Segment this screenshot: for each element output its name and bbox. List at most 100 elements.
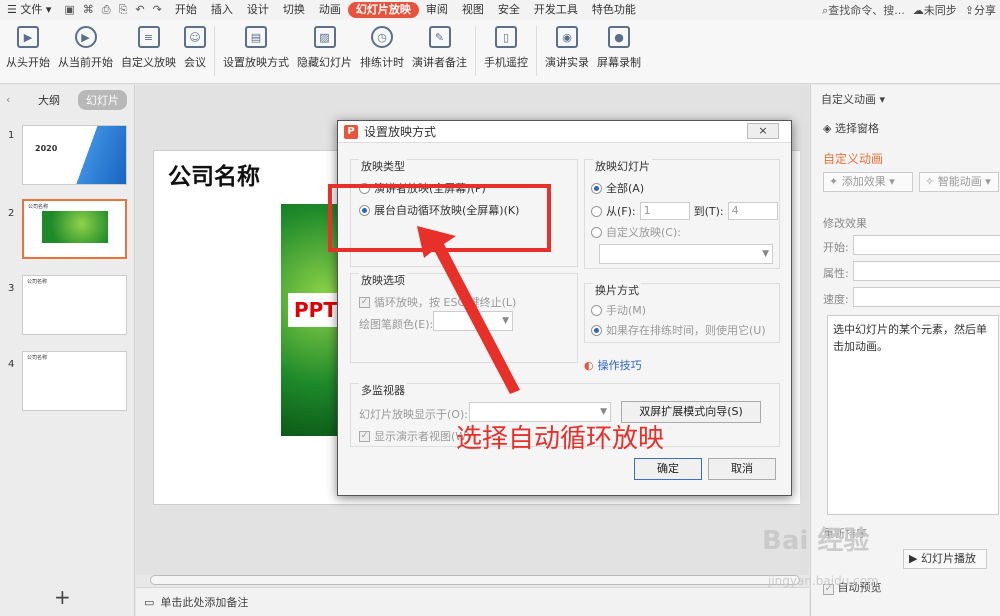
menu-bar: ☰ 文件 ▾ ▣ ⌘ ⎙ ⎘ ↶ ↷ 开始 插入 设计 切换 动画 幻灯片放映 … (0, 0, 1000, 20)
preview-icon[interactable]: ⎘ (119, 3, 128, 17)
group-title: 多监视器 (359, 382, 407, 398)
share-icon: ⇪ (964, 4, 974, 17)
custom-show-radio[interactable]: 自定义放映(C): (591, 224, 681, 240)
phone-remote-button[interactable]: ▯ 手机遥控 (480, 20, 532, 70)
ribbon-divider (214, 26, 215, 76)
cancel-button[interactable]: 取消 (708, 458, 776, 480)
slide-number: 3 (8, 283, 15, 294)
tab-slides[interactable]: 幻灯片 (78, 90, 127, 110)
ribbon-divider (536, 26, 537, 76)
smart-animation-button[interactable]: ✧ 智能动画 ▾ (919, 172, 999, 192)
share-button[interactable]: ⇪分享 (965, 2, 996, 18)
tab-outline[interactable]: 大纲 (30, 90, 68, 110)
speed-field[interactable] (853, 287, 1000, 307)
from-current-button[interactable]: ▶ 从当前开始 (54, 20, 117, 70)
manual-radio[interactable]: 手动(M) (591, 302, 646, 318)
group-title: 放映类型 (359, 158, 407, 174)
tab-security[interactable]: 安全 (491, 0, 527, 20)
tab-view[interactable]: 视图 (455, 0, 491, 20)
slide-title[interactable]: 公司名称 (168, 157, 260, 191)
dialog-titlebar: P 设置放映方式 × (338, 121, 791, 143)
menubar-right: ⌕查找命令、搜... ☁未同步 ⇪分享 (822, 2, 1000, 18)
tab-home[interactable]: 开始 (168, 0, 204, 20)
animation-list[interactable]: 选中幻灯片的某个元素，然后单击加动画。 (827, 315, 999, 515)
select-pane-button[interactable]: ◈ 选择窗格 (823, 120, 879, 136)
from-start-button[interactable]: ▶ 从头开始 (2, 20, 54, 70)
meeting-button[interactable]: ☺ 会议 (180, 20, 210, 70)
pane-header[interactable]: 自定义动画 ▾ (821, 91, 885, 107)
radio-selected-icon (591, 324, 602, 336)
add-effect-button[interactable]: ✦ 添加效果 ▾ (823, 172, 913, 192)
slide-thumbnail[interactable]: 2020 (22, 125, 127, 185)
to-spinner[interactable]: 4 (727, 202, 778, 220)
slide-ppt-text[interactable]: PPT (288, 293, 344, 327)
modify-effect-label: 修改效果 (823, 217, 867, 230)
tab-developer[interactable]: 开发工具 (527, 0, 585, 20)
slide-thumbnail[interactable]: 公司名称 (22, 351, 127, 411)
radio-icon (591, 226, 602, 238)
tab-transition[interactable]: 切换 (276, 0, 312, 20)
property-field[interactable] (853, 261, 1000, 281)
baidu-watermark-url: jingyan.baidu.com (768, 574, 879, 588)
undo-icon[interactable]: ↶ (135, 3, 144, 17)
search-command[interactable]: ⌕查找命令、搜... (822, 2, 905, 18)
collapse-arrow-icon[interactable]: ‹ (6, 93, 10, 106)
notes-bar[interactable]: ▭ 单击此处添加备注 (136, 587, 809, 616)
play-icon: ▶ (909, 552, 921, 565)
thumbnail-text: 2020 (35, 144, 58, 153)
start-field[interactable] (853, 235, 1000, 255)
slide-thumbnail[interactable]: 公司名称 (22, 199, 127, 259)
rehearse-timing-button[interactable]: ◷ 排练计时 (356, 20, 408, 70)
setup-show-button[interactable]: ▤ 设置放映方式 (219, 20, 293, 70)
loop-checkbox[interactable]: ✓ 循环放映，按 ESC 键终止(L) (359, 294, 516, 310)
add-slide-button[interactable]: + (54, 585, 71, 609)
tab-insert[interactable]: 插入 (204, 0, 240, 20)
group-title: 放映幻灯片 (593, 158, 652, 174)
tab-features[interactable]: 特色功能 (585, 0, 643, 20)
print-icon[interactable]: ⎙ (102, 3, 111, 17)
custom-show-button[interactable]: ≡ 自定义放映 (117, 20, 180, 70)
record-show-button[interactable]: ◉ 演讲实录 (541, 20, 593, 70)
notes-placeholder[interactable]: 单击此处添加备注 (160, 594, 248, 610)
radio-icon (591, 205, 602, 217)
menu-icon: ☰ (7, 3, 21, 16)
all-slides-radio[interactable]: 全部(A) (591, 180, 644, 196)
speaker-notes-button[interactable]: ✎ 演讲者备注 (408, 20, 471, 70)
from-slide-radio[interactable]: 从(F): 1 到(T): 4 (591, 202, 778, 220)
tab-review[interactable]: 审阅 (419, 0, 455, 20)
save-icon[interactable]: ▣ (64, 3, 74, 17)
screen-record-icon: ● (608, 26, 630, 48)
redo-icon[interactable]: ↷ (153, 3, 162, 17)
notes-icon: ▭ (144, 595, 155, 609)
ok-button[interactable]: 确定 (634, 458, 702, 480)
tab-animation[interactable]: 动画 (312, 0, 348, 20)
annotation-text: 选择自动循环放映 (456, 424, 665, 454)
checkbox-icon: ✓ (359, 430, 370, 442)
play-icon: ▶ (74, 26, 97, 48)
advance-slides-group: 换片方式 手动(M) 如果存在排练时间，则使用它(U) (584, 282, 780, 343)
tab-design[interactable]: 设计 (240, 0, 276, 20)
sync-status[interactable]: ☁未同步 (913, 2, 957, 18)
group-title: 放映选项 (359, 272, 407, 288)
format-painter-icon[interactable]: ⌘ (83, 3, 94, 17)
use-timing-radio[interactable]: 如果存在排练时间，则使用它(U) (591, 322, 766, 338)
screen-record-button[interactable]: ● 屏幕录制 (593, 20, 645, 70)
pen-color-select[interactable]: ▼ (433, 311, 513, 331)
magic-icon: ✧ (925, 175, 938, 188)
tips-icon: ◐ (584, 358, 594, 372)
file-menu[interactable]: ☰ 文件 ▾ (0, 0, 58, 20)
thumbnail-text: 公司名称 (28, 204, 49, 210)
play-slide-button[interactable]: ▶ 幻灯片播放 (903, 549, 987, 569)
from-spinner[interactable]: 1 (639, 202, 690, 220)
tab-slideshow[interactable]: 幻灯片放映 (347, 2, 419, 18)
slide-thumbnail[interactable]: 公司名称 (22, 275, 127, 335)
dialog-title: 设置放映方式 (364, 125, 437, 139)
tips-link[interactable]: ◐ 操作技巧 (584, 357, 642, 373)
custom-show-select[interactable]: ▼ (599, 244, 773, 264)
canvas-horizontal-scrollbar[interactable] (150, 575, 800, 585)
canvas-vertical-scrollbar[interactable] (800, 85, 809, 575)
hide-slide-button[interactable]: ▨ 隐藏幻灯片 (293, 20, 356, 70)
presenter-view-checkbox[interactable]: ✓ 显示演示者视图(W) (359, 428, 470, 444)
close-button[interactable]: × (747, 123, 779, 139)
checkbox-icon: ✓ (359, 296, 370, 308)
